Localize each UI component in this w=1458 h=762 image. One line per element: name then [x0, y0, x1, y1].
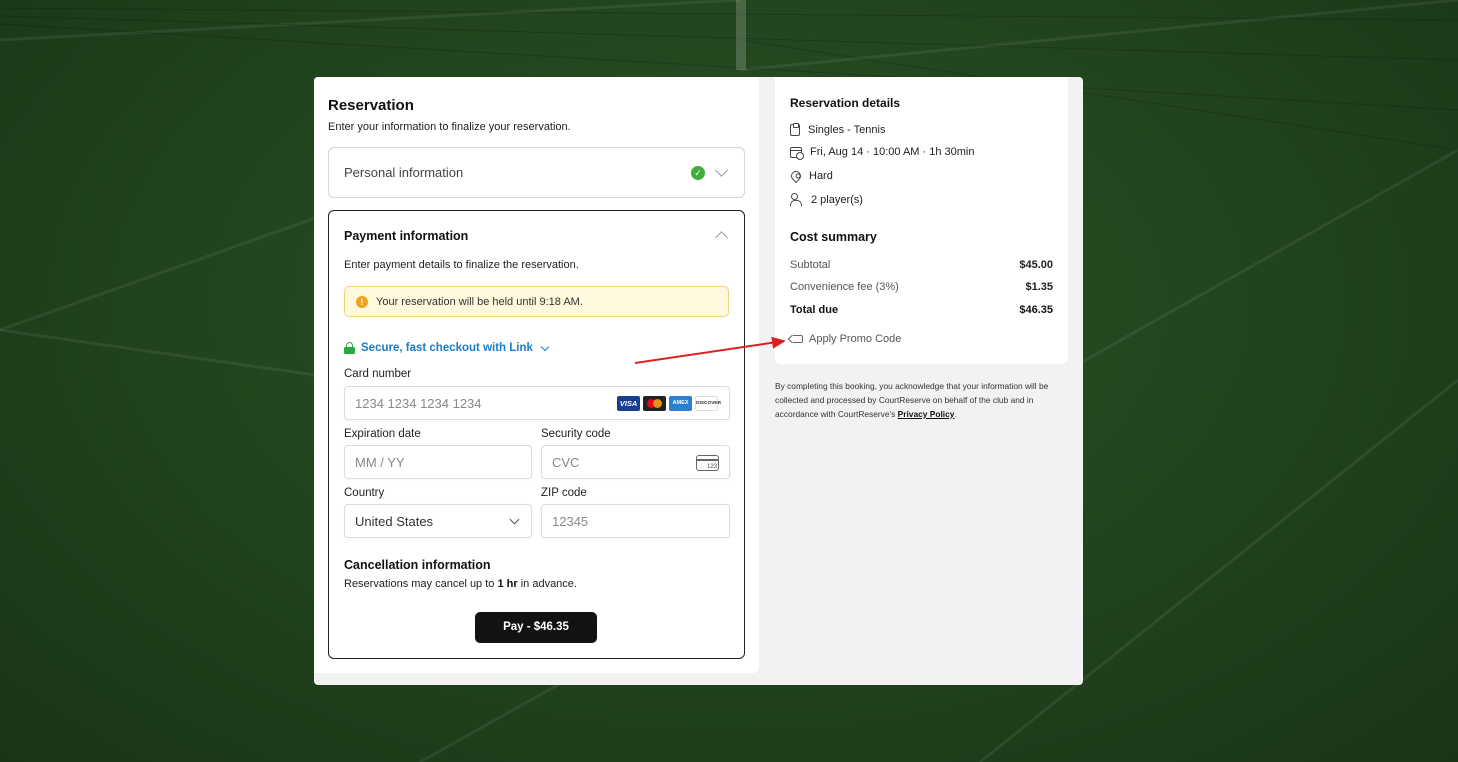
reservation-dialog: Reservation Enter your information to fi… [314, 77, 1083, 685]
annotation-arrow [634, 336, 786, 364]
